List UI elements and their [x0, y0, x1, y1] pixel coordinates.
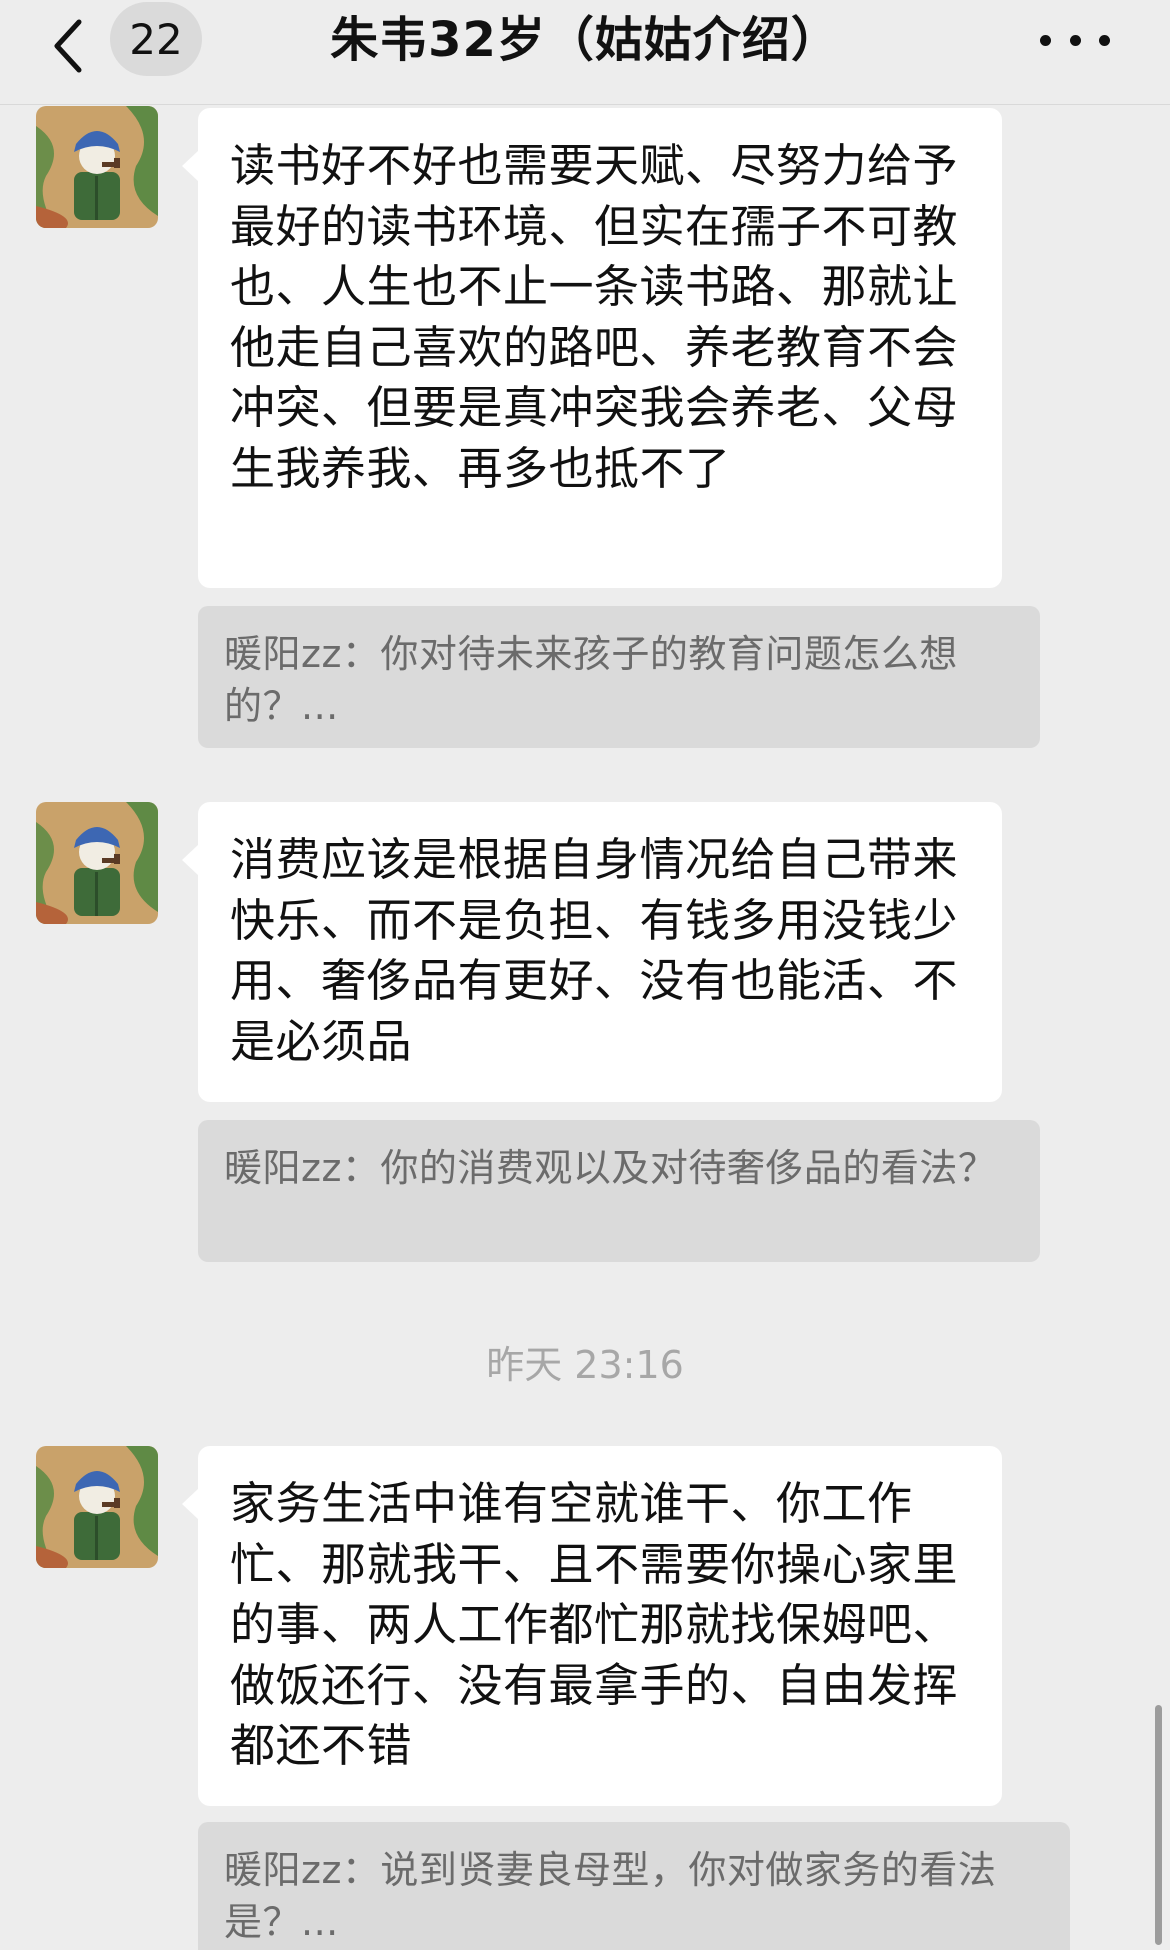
- avatar-image: [36, 106, 158, 228]
- timestamp: 昨天 23:16: [486, 1343, 684, 1387]
- avatar[interactable]: [36, 802, 158, 924]
- avatar-image: [36, 1446, 158, 1568]
- message-bubble[interactable]: 消费应该是根据自身情况给自己带来快乐、而不是负担、有钱多用没钱少用、奢侈品有更好…: [182, 802, 1002, 1102]
- scrollbar[interactable]: [1155, 1705, 1162, 1945]
- more-dot: [1069, 34, 1081, 46]
- unread-count-badge[interactable]: 22: [110, 2, 202, 76]
- avatar[interactable]: [36, 1446, 158, 1568]
- quoted-message[interactable]: 暖阳zz：你对待未来孩子的教育问题怎么想的？...: [198, 606, 1040, 748]
- more-dots-icon: [1040, 34, 1051, 46]
- chat-header: 22 朱韦32岁（姑姑介绍）: [0, 0, 1170, 105]
- quoted-message[interactable]: 暖阳zz：你的消费观以及对待奢侈品的看法？: [198, 1120, 1040, 1262]
- back-button[interactable]: [40, 18, 96, 74]
- avatar-image: [36, 802, 158, 924]
- chevron-left-icon: [54, 19, 82, 73]
- message-bubble[interactable]: 家务生活中谁有空就谁干、你工作忙、那就我干、且不需要你操心家里的事、两人工作都忙…: [182, 1446, 1002, 1806]
- more-dot: [1099, 34, 1110, 46]
- avatar[interactable]: [36, 106, 158, 228]
- message-bubble[interactable]: 读书好不好也需要天赋、尽努力给予最好的读书环境、但实在孺子不可教也、人生也不止一…: [182, 108, 1002, 588]
- more-button[interactable]: [1040, 22, 1110, 58]
- quoted-message[interactable]: 暖阳zz：说到贤妻良母型，你对做家务的看法是？...: [198, 1822, 1070, 1950]
